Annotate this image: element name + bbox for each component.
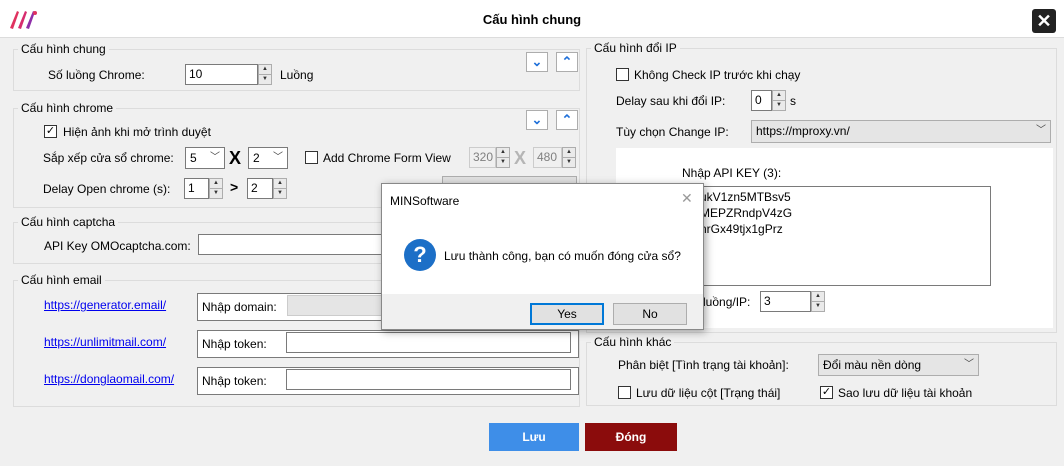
delay-gt-label: > — [230, 179, 239, 195]
chrome-count-spinner[interactable]: ▲ ▼ — [258, 64, 272, 85]
donglaomail-token-input[interactable] — [286, 369, 571, 390]
confirm-dialog: MINSoftware ✕ ? Lưu thành công, bạn có m… — [381, 183, 704, 330]
delay-to-input[interactable]: 2 — [247, 178, 273, 199]
distinguish-select[interactable]: Đổi màu nền dòng ﹀ — [818, 354, 979, 376]
add-form-view-label: Add Chrome Form View — [323, 151, 451, 165]
save-column-label: Lưu dữ liệu cột [Trạng thái] — [636, 386, 781, 400]
chevron-down-icon: ﹀ — [210, 152, 220, 163]
change-ip-option-label: Tùy chọn Change IP: — [616, 125, 729, 139]
dialog-yes-button[interactable]: Yes — [530, 303, 604, 325]
close-window-button[interactable]: ✕ — [1032, 9, 1056, 33]
chevron-down-icon: ﹀ — [1036, 125, 1046, 136]
api-key-line-1: ukV1zn5MTBsv5 — [700, 190, 791, 204]
no-check-ip-label: Không Check IP trước khi chạy — [634, 68, 801, 82]
other-config-title: Cấu hình khác — [591, 335, 675, 349]
chrome-config-title: Cấu hình chrome — [18, 101, 117, 115]
arrange-times-label: X — [229, 148, 242, 168]
delay-from-input[interactable]: 1 — [184, 178, 209, 199]
ip-delay-input[interactable]: 0 — [751, 90, 772, 111]
change-ip-option-select[interactable]: https://mproxy.vn/ ﹀ — [751, 120, 1051, 143]
threads-per-ip-spinner[interactable]: ▲ ▼ — [811, 291, 825, 312]
collapse-chrome-button[interactable]: ⌄ — [526, 110, 548, 130]
form-width-spinner[interactable]: ▲ ▼ — [496, 147, 510, 168]
form-times-label: X — [514, 148, 527, 168]
delay-to-spinner[interactable]: ▲ ▼ — [273, 178, 287, 199]
api-key-label: Nhập API KEY (3): — [682, 166, 782, 180]
title-bar: Cấu hình chung ✕ — [0, 0, 1064, 38]
show-image-checkbox[interactable]: ✓ — [44, 125, 57, 138]
chevron-down-icon: ⌄ — [531, 54, 543, 69]
email-link-unlimitmail[interactable]: https://unlimitmail.com/ — [44, 335, 166, 349]
show-image-label: Hiện ảnh khi mở trình duyệt — [63, 125, 211, 139]
close-icon[interactable]: ✕ — [1036, 11, 1051, 31]
api-key-line-3: nrGx49tjx1gPrz — [700, 222, 783, 236]
unlimitmail-token-input[interactable] — [286, 332, 571, 353]
dialog-message: Lưu thành công, bạn có muốn đóng cửa sổ? — [444, 249, 681, 263]
email-link-donglaomail[interactable]: https://donglaomail.com/ — [44, 372, 174, 386]
dialog-no-button[interactable]: No — [613, 303, 687, 325]
form-height-spinner[interactable]: ▲ ▼ — [562, 147, 576, 168]
distinguish-value: Đổi màu nền dòng — [823, 358, 922, 372]
dialog-footer: Yes No — [382, 294, 703, 329]
arrange-rows-value: 2 — [253, 151, 260, 165]
ip-delay-unit: s — [790, 94, 796, 108]
threads-per-ip-label: luồng/IP: — [703, 295, 751, 309]
save-button[interactable]: Lưu — [489, 423, 579, 451]
ip-delay-spinner[interactable]: ▲ ▼ — [772, 90, 786, 111]
no-check-ip-checkbox[interactable] — [616, 68, 629, 81]
arrange-windows-label: Sắp xếp cửa sổ chrome: — [43, 151, 174, 165]
chrome-count-input[interactable]: 10 — [185, 64, 258, 85]
ip-config-title: Cấu hình đổi IP — [591, 41, 680, 55]
email-config-title: Cấu hình email — [18, 273, 105, 287]
expand-general-button[interactable]: ⌃ — [556, 52, 578, 72]
captcha-api-key-label: API Key OMOcaptcha.com: — [44, 239, 191, 253]
chevron-up-icon: ⌃ — [561, 54, 573, 69]
dialog-title: MINSoftware — [390, 194, 460, 208]
email-field-label-generator: Nhập domain: — [202, 300, 277, 314]
save-column-checkbox[interactable] — [618, 386, 631, 399]
threads-per-ip-input[interactable]: 3 — [760, 291, 811, 312]
chevron-up-icon: ⌃ — [561, 112, 573, 127]
delay-from-spinner[interactable]: ▲ ▼ — [209, 178, 223, 199]
delay-open-label: Delay Open chrome (s): — [43, 182, 171, 196]
distinguish-label: Phân biệt [Tình trạng tài khoản]: — [618, 358, 789, 372]
email-field-label-unlimitmail: Nhập token: — [202, 337, 267, 351]
change-ip-option-value: https://mproxy.vn/ — [756, 124, 850, 138]
backup-label: Sao lưu dữ liệu tài khoản — [838, 386, 973, 400]
question-icon: ? — [404, 239, 436, 271]
add-form-view-checkbox[interactable] — [305, 151, 318, 164]
email-field-label-donglaomail: Nhập token: — [202, 374, 267, 388]
backup-checkbox[interactable]: ✓ — [820, 386, 833, 399]
arrange-cols-value: 5 — [190, 151, 197, 165]
form-height-input[interactable]: 480 — [533, 147, 562, 168]
general-config-title: Cấu hình chung — [18, 42, 109, 56]
form-width-input[interactable]: 320 — [469, 147, 496, 168]
chrome-count-label: Số luồng Chrome: — [48, 68, 145, 82]
captcha-config-title: Cấu hình captcha — [18, 215, 119, 229]
dialog-close-icon[interactable]: ✕ — [681, 191, 693, 205]
api-key-line-2: MEPZRndpV4zG — [700, 206, 793, 220]
arrange-cols-select[interactable]: 5 ﹀ — [185, 147, 225, 169]
email-link-generator[interactable]: https://generator.email/ — [44, 298, 166, 312]
chevron-down-icon: ⌄ — [531, 112, 543, 127]
arrange-rows-select[interactable]: 2 ﹀ — [248, 147, 288, 169]
collapse-general-button[interactable]: ⌄ — [526, 52, 548, 72]
chevron-down-icon: ﹀ — [964, 359, 974, 370]
expand-chrome-button[interactable]: ⌃ — [556, 110, 578, 130]
chevron-down-icon: ﹀ — [273, 152, 283, 163]
threads-unit-label: Luồng — [280, 68, 314, 82]
close-button[interactable]: Đóng — [585, 423, 677, 451]
window-title: Cấu hình chung — [482, 12, 582, 27]
ip-delay-label: Delay sau khi đổi IP: — [616, 94, 726, 108]
